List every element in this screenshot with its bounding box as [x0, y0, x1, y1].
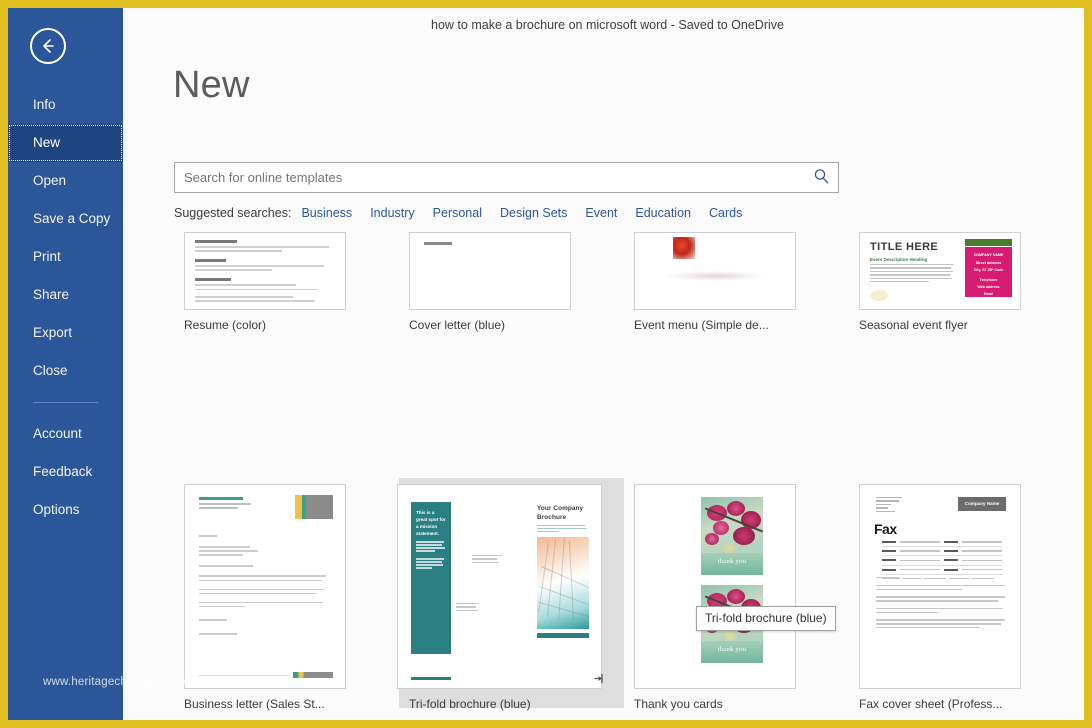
- template-label: Thank you cards: [634, 697, 723, 711]
- sidebar-item-label: Info: [33, 97, 56, 112]
- suggested-link-industry[interactable]: Industry: [370, 206, 414, 220]
- template-thumbnail[interactable]: This is a great spot for a mission state…: [397, 484, 602, 689]
- sidebar-item-label: Share: [33, 287, 70, 302]
- sidebar-item-print[interactable]: Print: [8, 238, 123, 276]
- fax-company-name: Company Name: [964, 501, 1000, 506]
- flyer-title: TITLE HERE: [870, 241, 939, 253]
- template-label: Tri-fold brochure (blue): [409, 697, 531, 711]
- sidebar-item-label: Feedback: [33, 464, 93, 479]
- template-card-resume-color[interactable]: Resume (color): [174, 226, 399, 456]
- page-title: New: [173, 64, 250, 106]
- word-backstage-window: Info New Open Save a Copy Print Share Ex…: [0, 0, 1092, 728]
- sidebar-item-account[interactable]: Account: [8, 415, 123, 453]
- sidebar-item-export[interactable]: Export: [8, 314, 123, 352]
- flyer-side-line: Web address: [977, 285, 1000, 290]
- template-tooltip: Tri-fold brochure (blue): [696, 606, 836, 631]
- search-input[interactable]: [174, 162, 839, 193]
- sidebar-item-label: Open: [33, 173, 67, 188]
- template-thumbnail[interactable]: thank you thank you: [634, 484, 796, 689]
- sidebar-item-label: Options: [33, 502, 80, 517]
- suggested-link-business[interactable]: Business: [301, 206, 352, 220]
- template-row: Resume (color) Cover letter (blue) Event…: [174, 226, 1084, 456]
- flyer-side-line: Email: [983, 292, 994, 297]
- suggested-link-personal[interactable]: Personal: [433, 206, 482, 220]
- suggested-link-design-sets[interactable]: Design Sets: [500, 206, 567, 220]
- template-thumbnail[interactable]: [409, 232, 571, 310]
- sidebar-nav: Info New Open Save a Copy Print Share Ex…: [8, 86, 123, 529]
- fax-heading: Fax: [874, 521, 897, 537]
- trifold-headline: Your Company Brochure: [537, 505, 584, 521]
- sidebar-item-label: Export: [33, 325, 73, 340]
- trifold-mission-text: This is a great spot for a mission state…: [416, 510, 446, 537]
- template-label: Fax cover sheet (Profess...: [859, 697, 1003, 711]
- suggested-link-education[interactable]: Education: [635, 206, 691, 220]
- sidebar-divider: [33, 402, 98, 403]
- sidebar-item-label: Account: [33, 426, 82, 441]
- template-thumbnail[interactable]: [184, 232, 346, 310]
- template-gallery[interactable]: Resume (color) Cover letter (blue) Event…: [174, 226, 1084, 720]
- template-card-business-letter[interactable]: Business letter (Sales St...: [174, 478, 399, 711]
- backstage-main: how to make a brochure on microsoft word…: [123, 8, 1084, 720]
- suggested-searches: Suggested searches: Business Industry Pe…: [174, 206, 760, 220]
- sidebar-item-info[interactable]: Info: [8, 86, 123, 124]
- back-arrow-icon[interactable]: [30, 28, 66, 64]
- flyer-subtitle: Event Description Heading: [870, 257, 928, 262]
- flyer-side-line: City, ST ZIP Code: [973, 267, 1004, 272]
- suggested-link-event[interactable]: Event: [585, 206, 617, 220]
- flyer-side-line: Telephone: [979, 278, 998, 283]
- template-label: Cover letter (blue): [409, 318, 506, 332]
- search-icon[interactable]: [813, 168, 830, 190]
- template-label: Business letter (Sales St...: [184, 697, 325, 711]
- thankyou-text: thank you: [717, 646, 747, 653]
- template-card-fax-cover-sheet[interactable]: Company Name Fax Fax cover sheet (Profes…: [849, 478, 1074, 711]
- template-card-cover-letter-blue[interactable]: Cover letter (blue): [399, 226, 624, 456]
- suggested-searches-label: Suggested searches:: [174, 206, 292, 220]
- template-thumbnail[interactable]: [184, 484, 346, 689]
- search-row: [174, 162, 839, 193]
- template-label: Seasonal event flyer: [859, 318, 968, 332]
- sidebar-item-save-a-copy[interactable]: Save a Copy: [8, 200, 123, 238]
- sidebar-item-close[interactable]: Close: [8, 352, 123, 390]
- sidebar-item-new[interactable]: New: [8, 124, 123, 162]
- template-card-event-menu[interactable]: Event menu (Simple de...: [624, 226, 849, 456]
- backstage-sidebar: Info New Open Save a Copy Print Share Ex…: [8, 8, 123, 720]
- sidebar-item-label: Print: [33, 249, 61, 264]
- template-card-tri-fold-brochure-blue[interactable]: This is a great spot for a mission state…: [397, 478, 624, 711]
- template-card-thank-you-cards[interactable]: thank you thank you Thank you cards: [624, 478, 849, 711]
- suggested-link-cards[interactable]: Cards: [709, 206, 742, 220]
- flyer-side-line: COMPANY NAME: [973, 253, 1004, 257]
- flyer-side-line: Street Address: [975, 260, 1002, 265]
- sidebar-item-share[interactable]: Share: [8, 276, 123, 314]
- window-title: how to make a brochure on microsoft word…: [431, 18, 784, 32]
- template-row: Business letter (Sales St... This is a g…: [174, 478, 1084, 711]
- template-card-seasonal-event-flyer[interactable]: TITLE HERE Event Description Heading COM…: [849, 226, 1074, 456]
- sidebar-item-feedback[interactable]: Feedback: [8, 453, 123, 491]
- thankyou-text: thank you: [717, 558, 747, 565]
- template-thumbnail[interactable]: TITLE HERE Event Description Heading COM…: [859, 232, 1021, 310]
- template-thumbnail[interactable]: Company Name Fax: [859, 484, 1021, 689]
- template-label: Event menu (Simple de...: [634, 318, 769, 332]
- sidebar-item-options[interactable]: Options: [8, 491, 123, 529]
- template-label: Resume (color): [184, 318, 267, 332]
- sidebar-item-open[interactable]: Open: [8, 162, 123, 200]
- template-thumbnail[interactable]: [634, 232, 796, 310]
- watermark: www.heritagechristiancollege.com: [43, 676, 223, 688]
- sidebar-item-label: New: [33, 135, 61, 150]
- pin-icon[interactable]: [593, 672, 606, 690]
- sidebar-item-label: Close: [33, 363, 68, 378]
- sidebar-item-label: Save a Copy: [33, 211, 111, 226]
